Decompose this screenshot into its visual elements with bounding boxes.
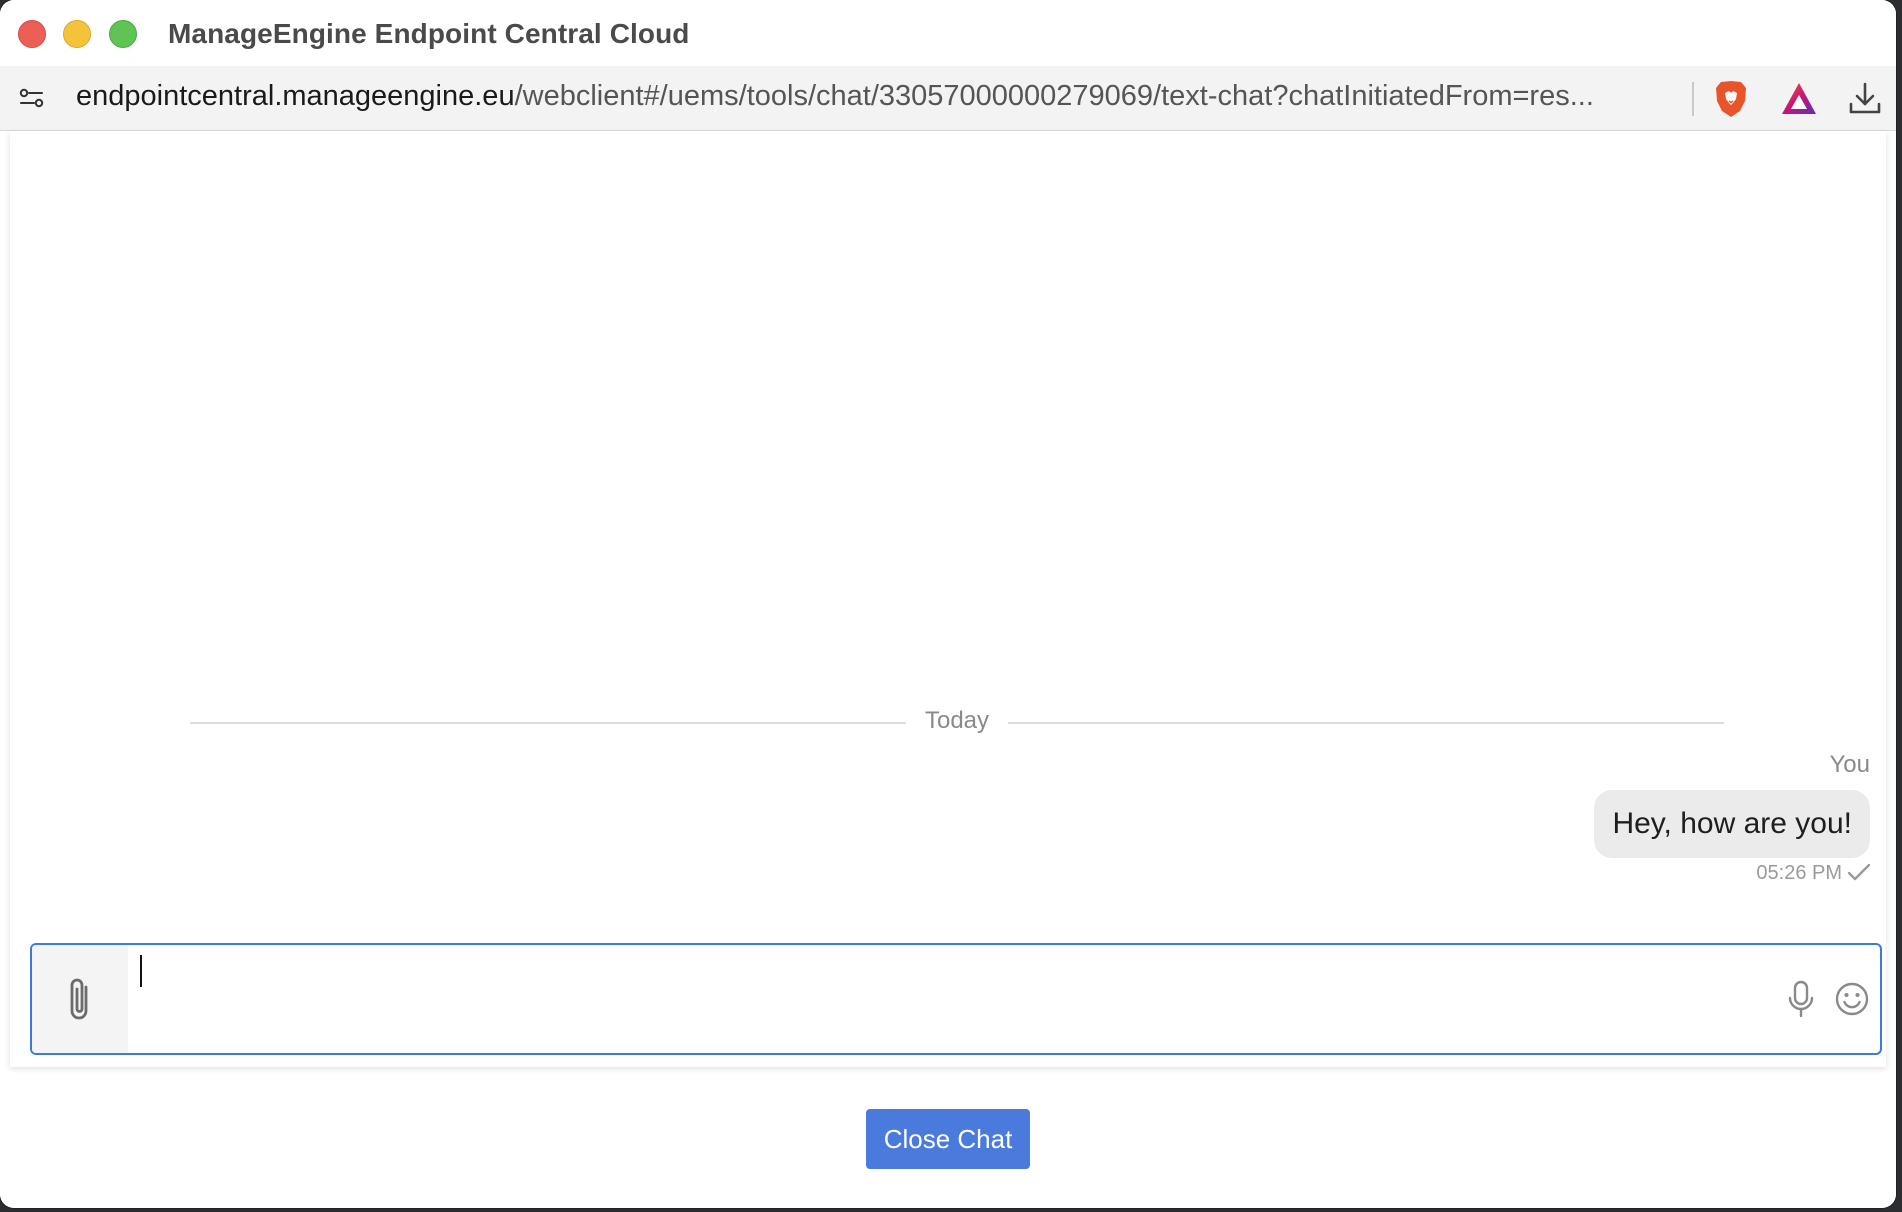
site-settings-icon[interactable]	[18, 84, 46, 112]
paperclip-icon	[70, 978, 88, 1020]
microphone-icon[interactable]	[1786, 979, 1816, 1019]
title-bar: ManageEngine Endpoint Central Cloud	[0, 0, 1896, 67]
url-path: /webclient#/uems/tools/chat/330570000002…	[514, 80, 1594, 112]
date-divider-line-left	[190, 722, 906, 724]
message-bubble: Hey, how are you!	[1594, 790, 1870, 858]
attach-button[interactable]	[32, 945, 128, 1053]
desktop: ManageEngine Endpoint Central Cloud endp…	[0, 0, 1902, 1212]
minimize-window-button[interactable]	[63, 20, 91, 48]
message-input[interactable]	[128, 945, 1748, 1053]
brave-shields-icon[interactable]	[1713, 79, 1749, 119]
date-divider-line-right	[1008, 722, 1724, 724]
zoom-window-button[interactable]	[109, 20, 137, 48]
check-icon	[1847, 863, 1871, 881]
date-divider: Today	[924, 707, 990, 734]
chat-panel: Today You Hey, how are you! 05:26 PM	[10, 131, 1886, 1067]
message-time: 05:26 PM	[1756, 862, 1842, 884]
close-window-button[interactable]	[18, 20, 46, 48]
window-title: ManageEngine Endpoint Central Cloud	[168, 18, 690, 49]
address-bar: endpointcentral.manageengine.eu/webclien…	[0, 66, 1896, 131]
text-caret	[140, 955, 142, 987]
message-composer	[30, 943, 1882, 1055]
close-chat-button[interactable]: Close Chat	[866, 1109, 1030, 1169]
emoji-icon[interactable]	[1834, 981, 1870, 1017]
brave-rewards-icon[interactable]	[1780, 81, 1818, 117]
download-icon[interactable]	[1846, 80, 1884, 118]
background-window-edge	[1896, 0, 1902, 1212]
toolbar-separator	[1692, 82, 1694, 116]
url-host: endpointcentral.manageengine.eu	[76, 80, 515, 112]
browser-window: ManageEngine Endpoint Central Cloud endp…	[0, 0, 1896, 1208]
message-sender: You	[1829, 751, 1871, 778]
url-field[interactable]: endpointcentral.manageengine.eu/webclien…	[76, 80, 1656, 113]
page-content: Today You Hey, how are you! 05:26 PM Clo…	[0, 131, 1896, 1208]
